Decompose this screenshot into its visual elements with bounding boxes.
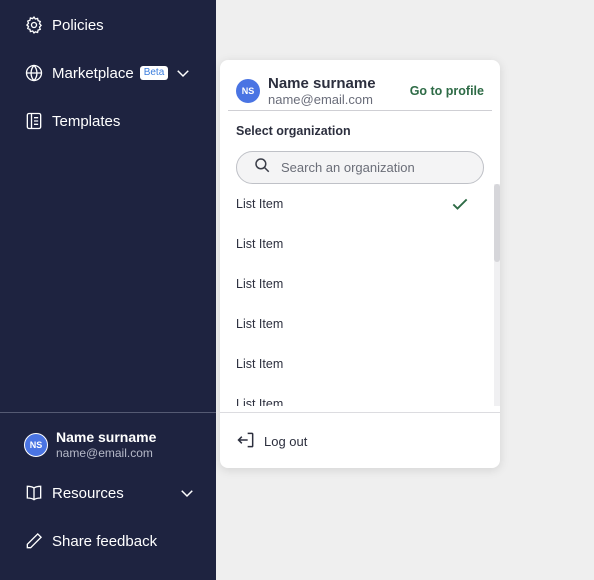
user-name: Name surname: [268, 74, 376, 92]
popup-header: NS Name surname name@email.com Go to pro…: [236, 72, 484, 110]
list-item-label: List Item: [236, 277, 284, 291]
gear-icon: [24, 15, 44, 35]
list-item-label: List Item: [236, 237, 284, 251]
search-input[interactable]: [281, 160, 471, 175]
list-item-label: List Item: [236, 357, 284, 371]
sidebar-item-label: Policies: [52, 16, 104, 34]
list-item[interactable]: List Item: [236, 344, 476, 384]
sidebar-item-label: Resources: [52, 484, 124, 502]
select-organization-label: Select organization: [236, 124, 351, 138]
globe-icon: [24, 63, 44, 83]
logout-label: Log out: [264, 434, 308, 449]
chevron-down-icon[interactable]: [178, 484, 196, 502]
template-icon: [24, 111, 44, 131]
list-item-label: List Item: [236, 397, 284, 406]
list-item[interactable]: List Item: [236, 224, 476, 264]
organization-list: List Item List Item List Item List Item …: [220, 184, 500, 406]
user-email: name@email.com: [268, 91, 373, 107]
logout-icon: [236, 430, 264, 453]
sidebar-item-resources[interactable]: Resources: [24, 481, 196, 505]
sidebar-item-templates[interactable]: Templates: [24, 109, 120, 133]
share-feedback-button[interactable]: Share feedback: [24, 529, 157, 553]
list-item-label: List Item: [236, 197, 284, 211]
search-icon: [253, 156, 271, 179]
divider: [220, 412, 500, 413]
chevron-down-icon[interactable]: [174, 64, 192, 82]
book-icon: [24, 483, 44, 503]
beta-badge: Beta: [139, 66, 169, 80]
sidebar-item-policies[interactable]: Policies: [24, 13, 104, 37]
sidebar-item-label: Share feedback: [52, 532, 158, 550]
list-item[interactable]: List Item: [236, 264, 476, 304]
avatar: NS: [24, 433, 48, 457]
go-to-profile-link[interactable]: Go to profile: [410, 84, 484, 98]
list-item[interactable]: List Item: [236, 384, 476, 406]
pencil-icon: [24, 531, 44, 551]
list-item-label: List Item: [236, 317, 284, 331]
organization-search[interactable]: [236, 151, 484, 184]
divider: [228, 110, 492, 111]
avatar: NS: [236, 79, 260, 103]
sidebar-divider: [0, 412, 216, 413]
organization-popup: NS Name surname name@email.com Go to pro…: [220, 60, 500, 468]
user-email: name@email.com: [56, 446, 153, 460]
sidebar-item-label: Templates: [52, 112, 121, 130]
list-item[interactable]: List Item: [236, 184, 476, 224]
list-item[interactable]: List Item: [236, 304, 476, 344]
sidebar: Policies Marketplace Beta Templates NS N…: [0, 0, 216, 580]
sidebar-item-label: Marketplace: [52, 64, 134, 82]
user-name: Name surname: [56, 429, 157, 445]
sidebar-user[interactable]: NS Name surname name@email.com: [24, 429, 156, 461]
sidebar-item-marketplace[interactable]: Marketplace Beta: [24, 61, 192, 85]
scrollbar-thumb[interactable]: [494, 184, 500, 262]
check-icon: [452, 198, 468, 210]
logout-button[interactable]: Log out: [236, 430, 307, 453]
